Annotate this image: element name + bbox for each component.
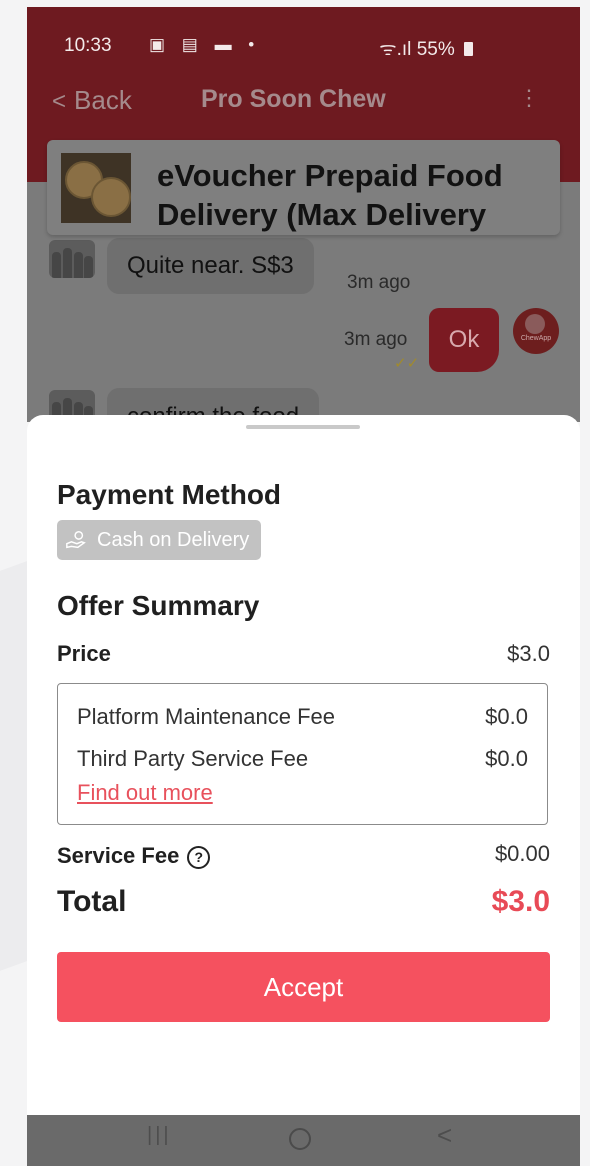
product-name: eVoucher Prepaid Food Delivery (Max Deli…: [157, 158, 503, 232]
find-out-more-link[interactable]: Find out more: [77, 780, 213, 806]
battery-level: 55%: [416, 39, 455, 60]
status-bar: 10:33 ▣ ▤ ▬ • ᯤ.ıl 55%: [64, 35, 543, 61]
cash-hand-icon: [66, 531, 86, 549]
recents-button[interactable]: |||: [147, 1124, 172, 1147]
fees-breakdown: Platform Maintenance Fee $0.0 Third Part…: [57, 683, 548, 825]
more-menu-icon[interactable]: ⋮: [518, 85, 540, 111]
total-label: Total: [57, 885, 127, 918]
accept-button[interactable]: Accept: [57, 952, 550, 1022]
read-receipt-icon: ✓✓: [394, 355, 420, 372]
navigation-bar: < Back Pro Soon Chew ⋮: [27, 85, 580, 125]
sheet-drag-handle[interactable]: [246, 425, 360, 429]
payment-option-label: Cash on Delivery: [97, 529, 250, 551]
chevron-left-icon: <: [52, 88, 67, 115]
chat-bubble-incoming: Quite near. S$3: [107, 238, 314, 294]
payment-option-chip[interactable]: Cash on Delivery: [57, 520, 261, 560]
page-title: Pro Soon Chew: [201, 85, 386, 113]
payment-method-heading: Payment Method: [57, 479, 282, 510]
back-button[interactable]: < Back: [52, 85, 132, 116]
price-value: $3.0: [507, 641, 550, 666]
product-card[interactable]: eVoucher Prepaid Food Delivery (Max Deli…: [47, 140, 560, 235]
offer-summary-heading: Offer Summary: [57, 590, 260, 621]
system-back-button[interactable]: <: [437, 1120, 452, 1151]
service-fee-label: Service Fee: [57, 843, 180, 868]
message-timestamp: 3m ago: [344, 329, 408, 350]
status-time: 10:33: [64, 35, 112, 56]
notification-icons: ▣ ▤ ▬ •: [149, 35, 261, 54]
app-logo-icon: [525, 314, 545, 334]
chat-bubble-outgoing: Ok: [429, 308, 499, 372]
fee-value: $0.0: [485, 704, 528, 729]
fee-value: $0.0: [485, 746, 528, 771]
system-navigation-bar: ||| <: [27, 1108, 580, 1166]
avatar: ChewApp: [513, 308, 559, 354]
home-button[interactable]: [289, 1128, 311, 1150]
back-label: Back: [74, 85, 132, 115]
price-label: Price: [57, 641, 111, 666]
service-fee-row: Service Fee?: [57, 843, 211, 869]
phone-screen: 10:33 ▣ ▤ ▬ • ᯤ.ıl 55% < Back Pro Soon Ch…: [27, 7, 580, 1166]
message-timestamp: 3m ago: [347, 272, 411, 293]
avatar-label: ChewApp: [520, 335, 552, 342]
battery-icon: [464, 42, 473, 56]
avatar: [49, 240, 95, 278]
total-value: $3.0: [491, 885, 550, 918]
service-fee-value: $0.00: [494, 841, 550, 866]
help-icon[interactable]: ?: [187, 846, 211, 869]
wifi-signal-icon: ᯤ.ıl: [379, 39, 412, 60]
status-right: ᯤ.ıl 55%: [379, 35, 473, 61]
fee-label: Third Party Service Fee: [77, 746, 309, 771]
offer-bottom-sheet: Payment Method Cash on Delivery Offer Su…: [27, 415, 580, 1115]
product-image: [61, 153, 131, 223]
fee-label: Platform Maintenance Fee: [77, 704, 336, 729]
